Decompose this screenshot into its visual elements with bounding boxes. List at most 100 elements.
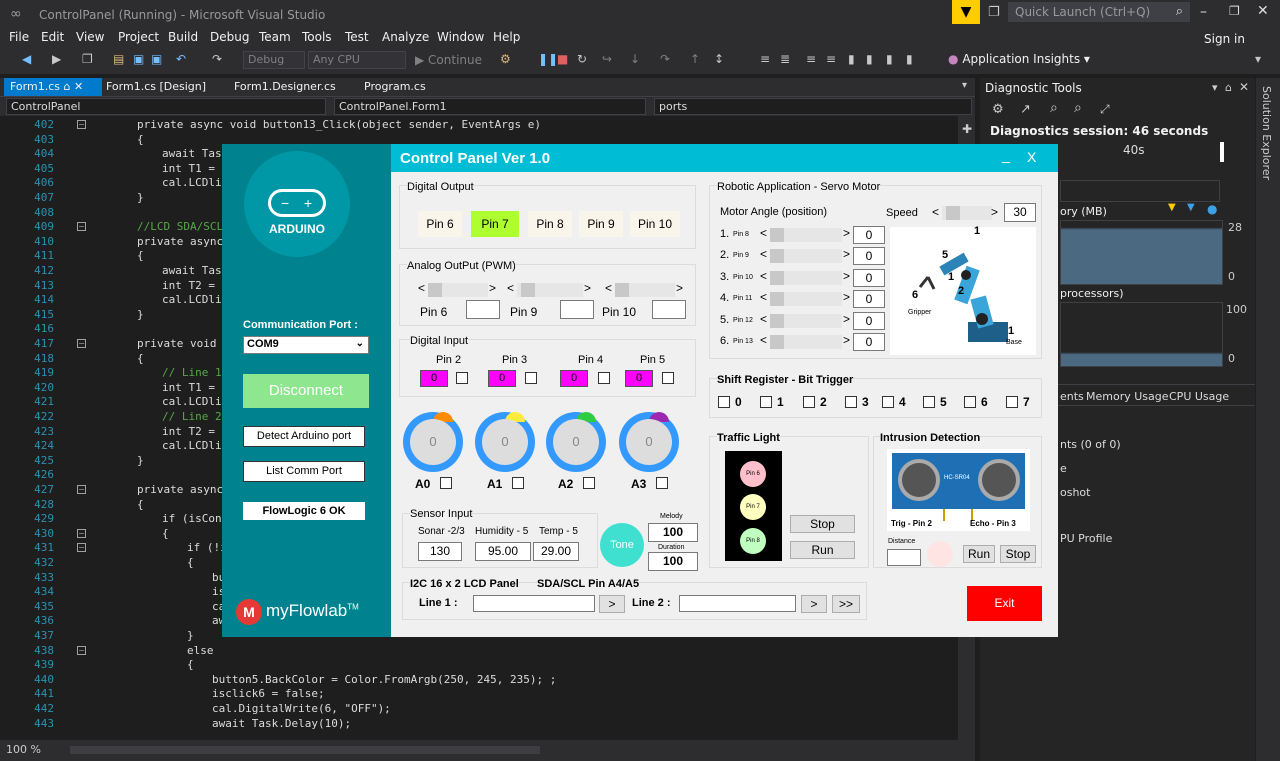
stop-icon[interactable]: ■ xyxy=(557,52,568,66)
code-line[interactable]: { xyxy=(187,658,194,671)
hscroll-thumb[interactable] xyxy=(70,746,540,754)
tab-memory-usage[interactable]: Memory Usage xyxy=(1086,390,1169,403)
pwm9-slider[interactable] xyxy=(517,283,583,297)
servo-left-arrow[interactable]: < xyxy=(760,290,767,304)
pause-icon[interactable]: ❚❚ xyxy=(538,52,558,66)
code-line[interactable]: cal.LCDlin xyxy=(162,395,228,408)
timeline-cursor[interactable] xyxy=(1220,142,1224,162)
code-line[interactable]: //LCD SDA/SCL xyxy=(137,220,223,233)
pwm10-slider[interactable] xyxy=(615,283,675,297)
code-line[interactable]: else xyxy=(187,644,214,657)
line1-input[interactable] xyxy=(473,595,595,612)
bookmark-icon[interactable]: ▮ xyxy=(848,52,855,66)
code-line[interactable]: { xyxy=(187,556,194,569)
slider-thumb[interactable] xyxy=(770,313,784,328)
code-line[interactable]: cal.LCDlin xyxy=(162,176,228,189)
pin8-button[interactable]: Pin 8 xyxy=(528,211,572,237)
servo-slider[interactable] xyxy=(770,313,842,328)
save-icon[interactable]: ▣ xyxy=(133,52,144,66)
pwm10-right-arrow[interactable]: > xyxy=(676,281,683,295)
menu-test[interactable]: Test xyxy=(345,30,369,44)
align-icon[interactable]: ≡ xyxy=(760,52,770,66)
list-port-button[interactable]: List Comm Port xyxy=(243,461,365,482)
code-line[interactable]: cal.DigitalWrite(6, "OFF"); xyxy=(212,702,391,715)
menu-tools[interactable]: Tools xyxy=(302,30,332,44)
class-dropdown[interactable]: ControlPanel.Form1 xyxy=(334,98,646,115)
exit-button[interactable]: Exit xyxy=(967,586,1042,621)
notification-flag-icon[interactable]: ▼ xyxy=(952,0,980,24)
code-line[interactable]: int T1 = t xyxy=(162,162,228,175)
code-line[interactable]: private async xyxy=(137,483,223,496)
servo-angle-input[interactable]: 0 xyxy=(853,268,885,287)
slider-thumb[interactable] xyxy=(770,292,784,307)
code-line[interactable]: cal.LCDlin xyxy=(162,293,228,306)
speed-right-arrow[interactable]: > xyxy=(991,205,998,219)
bit-6-checkbox[interactable] xyxy=(964,396,976,408)
app-insights-button[interactable]: ● Application Insights ▾ xyxy=(948,52,1090,66)
platform-dropdown[interactable]: Any CPU xyxy=(308,51,406,69)
pwm10-left-arrow[interactable]: < xyxy=(605,281,612,295)
pin9-button[interactable]: Pin 9 xyxy=(579,211,623,237)
menu-team[interactable]: Team xyxy=(259,30,291,44)
code-line[interactable]: await Task.Delay(10); xyxy=(212,717,351,730)
close-button[interactable]: ✕ xyxy=(1257,3,1269,19)
servo-slider[interactable] xyxy=(770,228,842,242)
tone-button[interactable]: Tone xyxy=(600,523,644,567)
fold-toggle-icon[interactable]: − xyxy=(77,485,86,494)
bit-0-checkbox[interactable] xyxy=(718,396,730,408)
slider-thumb[interactable] xyxy=(770,270,784,285)
code-line[interactable]: isclick6 = false; xyxy=(212,687,325,700)
horizontal-scrollbar[interactable]: 100 % xyxy=(0,740,975,761)
fold-toggle-icon[interactable]: − xyxy=(77,339,86,348)
code-line[interactable]: { xyxy=(137,498,144,511)
panel-menu-icon[interactable]: ▾ xyxy=(1212,81,1218,94)
code-line[interactable]: { xyxy=(162,527,169,540)
cpu-profile-row[interactable]: PU Profile xyxy=(1060,532,1112,545)
tab-cpu-usage[interactable]: CPU Usage xyxy=(1169,390,1229,403)
servo-right-arrow[interactable]: > xyxy=(843,290,850,304)
code-line[interactable]: button5.BackColor = Color.FromArgb(250, … xyxy=(212,673,556,686)
servo-left-arrow[interactable]: < xyxy=(760,247,767,261)
member-dropdown[interactable]: ports xyxy=(654,98,972,115)
code-line[interactable]: } xyxy=(187,629,194,642)
slider-thumb[interactable] xyxy=(521,283,535,297)
code-line[interactable]: // Line 1 xyxy=(162,366,222,379)
servo-angle-input[interactable]: 0 xyxy=(853,226,885,244)
input-pin4-checkbox[interactable] xyxy=(598,372,610,384)
undo-icon[interactable]: ↶ xyxy=(176,52,186,66)
pin-icon[interactable]: ⌂ xyxy=(63,80,70,93)
servo-slider[interactable] xyxy=(770,249,842,264)
clear-bookmarks-icon[interactable]: ▮ xyxy=(906,52,913,66)
snapshot-row-b[interactable]: oshot xyxy=(1060,486,1090,499)
hot-path-icon[interactable]: ↕ xyxy=(714,52,724,66)
melody-input[interactable]: 100 xyxy=(648,523,698,542)
line1-send-button[interactable]: > xyxy=(599,595,625,613)
servo-right-arrow[interactable]: > xyxy=(843,226,850,240)
export-icon[interactable]: ↗ xyxy=(1020,102,1031,117)
pin7-button[interactable]: Pin 7 xyxy=(471,211,519,237)
attach-icon[interactable]: ⚙ xyxy=(500,52,511,66)
continue-button[interactable]: ▶ Continue xyxy=(415,53,482,67)
code-line[interactable]: if (isConn xyxy=(162,512,228,525)
code-line[interactable]: } xyxy=(137,454,144,467)
code-line[interactable]: cal.LCDlin xyxy=(162,439,228,452)
close-tab-icon[interactable]: ✕ xyxy=(74,80,83,93)
fold-toggle-icon[interactable]: − xyxy=(77,645,86,655)
pin10-button[interactable]: Pin 10 xyxy=(630,211,680,237)
analog-checkbox[interactable] xyxy=(656,477,668,489)
servo-angle-input[interactable]: 0 xyxy=(853,333,885,351)
indent-icon[interactable]: ≣ xyxy=(780,52,790,66)
slider-thumb[interactable] xyxy=(946,206,960,220)
tab-overflow-icon[interactable]: ▾ xyxy=(962,80,967,91)
tab-form1-cs[interactable]: Form1.cs ⌂ ✕ xyxy=(4,78,102,96)
line2-input[interactable] xyxy=(679,595,796,612)
bit-1-checkbox[interactable] xyxy=(760,396,772,408)
servo-slider[interactable] xyxy=(770,270,842,285)
menu-window[interactable]: Window xyxy=(437,30,484,44)
restart-icon[interactable]: ↻ xyxy=(577,52,587,66)
code-line[interactable]: } xyxy=(137,191,144,204)
menu-build[interactable]: Build xyxy=(168,30,198,44)
code-line[interactable]: private async xyxy=(137,235,223,248)
slider-thumb[interactable] xyxy=(615,283,629,297)
code-line[interactable]: // Line 2 xyxy=(162,410,222,423)
